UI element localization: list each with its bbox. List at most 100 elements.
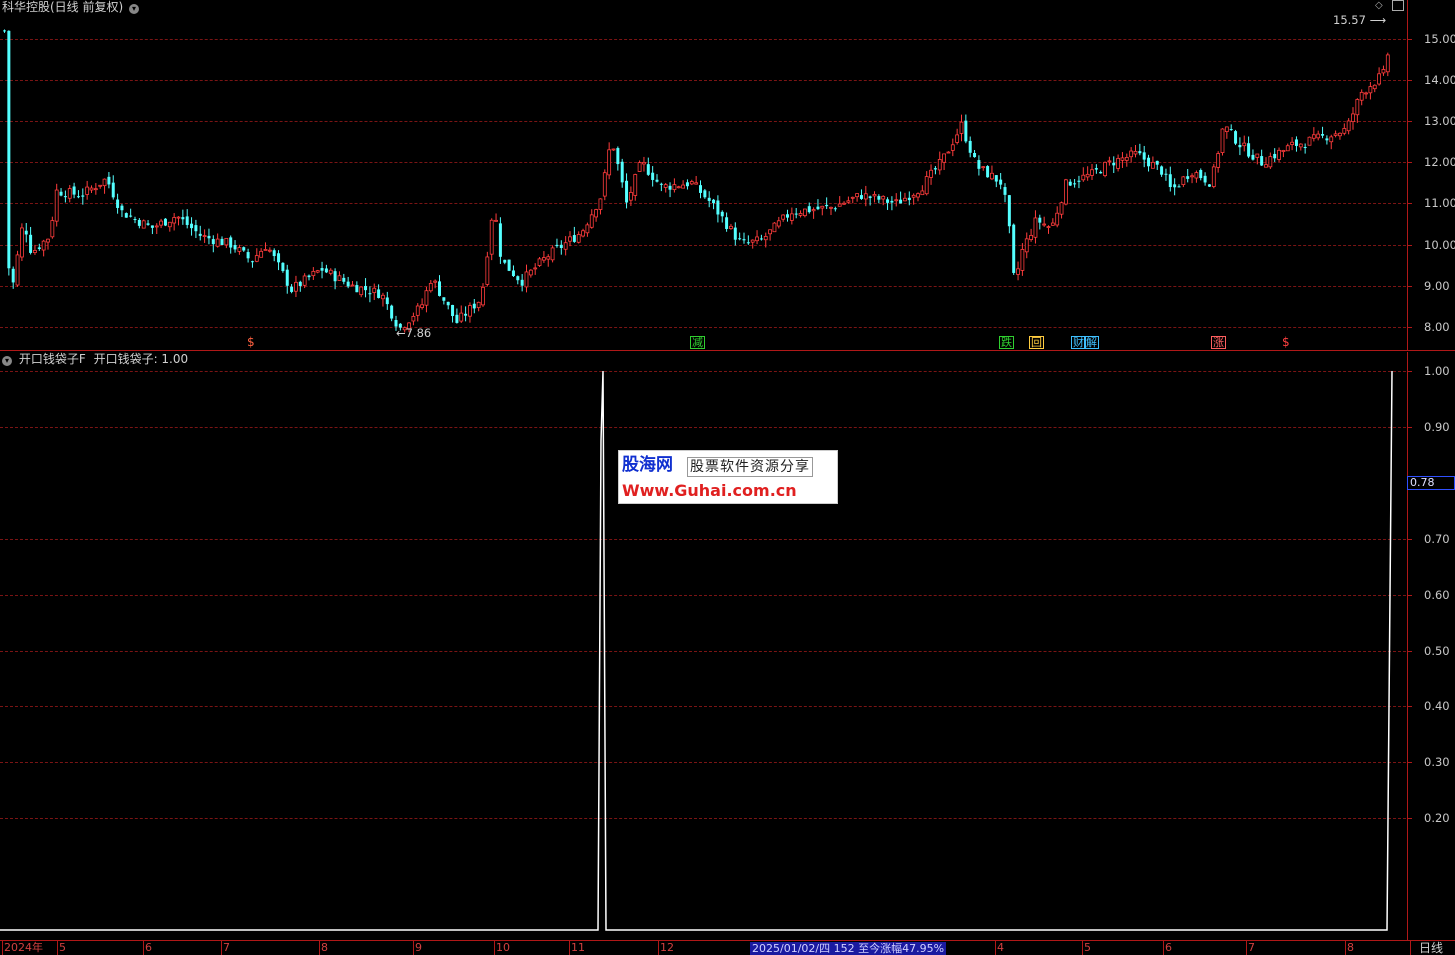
candle-body bbox=[1303, 146, 1307, 148]
candle-body bbox=[381, 294, 385, 300]
candle-body bbox=[1059, 202, 1064, 215]
candle-body bbox=[1050, 222, 1055, 226]
candle-body bbox=[1381, 69, 1386, 74]
candle-body bbox=[633, 174, 638, 196]
candle-body bbox=[1359, 91, 1364, 101]
candle-body bbox=[825, 204, 829, 207]
candle-body bbox=[1168, 174, 1172, 188]
candle-body bbox=[81, 195, 85, 197]
date-tick-mark bbox=[319, 940, 320, 955]
indicator-axis-line bbox=[1407, 352, 1408, 940]
candle-body bbox=[102, 178, 107, 187]
candle-body bbox=[459, 312, 464, 322]
candle-body bbox=[350, 284, 355, 287]
signal-marker: 回 bbox=[1029, 336, 1044, 349]
candle-body bbox=[1055, 212, 1060, 226]
price-tick-mark bbox=[1407, 326, 1412, 328]
candle-body bbox=[489, 219, 494, 255]
candle-body bbox=[999, 179, 1003, 185]
candle-body bbox=[968, 140, 972, 153]
candle-body bbox=[137, 219, 141, 226]
candle-body bbox=[994, 175, 998, 182]
candle-body bbox=[781, 214, 786, 220]
candle-body bbox=[63, 196, 67, 198]
candle-body bbox=[1107, 160, 1112, 163]
watermark-brand: 股海网 bbox=[622, 455, 673, 475]
indicator-tick-mark bbox=[1407, 594, 1412, 596]
candle-body bbox=[172, 217, 177, 224]
candle-body bbox=[837, 203, 842, 207]
candle-body bbox=[868, 196, 872, 198]
date-tick-label: 6 bbox=[145, 941, 152, 954]
candle-body bbox=[59, 191, 63, 196]
candle-body bbox=[290, 286, 294, 292]
candle-body bbox=[625, 180, 629, 203]
candle-body bbox=[1342, 128, 1347, 134]
candle-body bbox=[524, 271, 529, 288]
candle-body bbox=[1281, 150, 1286, 152]
candle-body bbox=[198, 233, 202, 236]
candle-body bbox=[120, 205, 124, 211]
candle-body bbox=[19, 227, 24, 258]
candle-body bbox=[346, 281, 350, 287]
candle-body bbox=[167, 221, 172, 228]
candle-body bbox=[755, 236, 759, 242]
candle-body bbox=[1129, 150, 1134, 158]
candle-body bbox=[1090, 169, 1094, 176]
candle-body bbox=[1164, 173, 1168, 175]
candle-body bbox=[411, 316, 416, 322]
candle-body bbox=[1377, 73, 1381, 85]
candle-body bbox=[50, 220, 55, 238]
date-tick-label: 7 bbox=[1248, 941, 1255, 954]
candle-body bbox=[542, 257, 546, 261]
candle-body bbox=[863, 193, 868, 200]
candle-body bbox=[67, 188, 72, 199]
candle-body bbox=[516, 276, 520, 281]
candle-body bbox=[981, 166, 986, 169]
candle-body bbox=[1285, 145, 1290, 152]
candle-body bbox=[298, 281, 302, 286]
price-tick-mark bbox=[1407, 80, 1412, 82]
candle-body bbox=[464, 313, 468, 316]
candle-body bbox=[1024, 238, 1029, 253]
candle-body bbox=[520, 279, 524, 286]
candle-body bbox=[285, 269, 289, 286]
indicator-line-chart[interactable] bbox=[0, 352, 1406, 940]
candle-body bbox=[116, 199, 120, 208]
candle-body bbox=[703, 190, 707, 198]
candle-body bbox=[1085, 173, 1090, 178]
candle-body bbox=[886, 199, 890, 203]
candle-body bbox=[359, 286, 364, 296]
candle-body bbox=[907, 197, 911, 201]
candle-body bbox=[563, 242, 568, 250]
date-tick-label: 5 bbox=[59, 941, 66, 954]
price-axis-line bbox=[1407, 0, 1408, 350]
candle-body bbox=[1124, 157, 1129, 161]
candle-body bbox=[1368, 86, 1373, 94]
high-value: 15.57 bbox=[1333, 13, 1366, 27]
candle-body bbox=[1116, 158, 1120, 169]
date-tick-mark bbox=[57, 940, 58, 955]
candle-body bbox=[1099, 171, 1103, 174]
candle-body bbox=[820, 205, 825, 209]
price-tick-mark bbox=[1407, 39, 1412, 40]
candle-body bbox=[377, 289, 381, 298]
candle-body bbox=[1321, 134, 1325, 136]
candle-body bbox=[428, 283, 433, 292]
candle-body bbox=[1264, 164, 1268, 168]
price-tick-label: 14.00 bbox=[1424, 73, 1455, 88]
candle-body bbox=[1194, 172, 1199, 179]
period-button[interactable]: 日线 bbox=[1410, 941, 1443, 955]
date-tick-label: 6 bbox=[1165, 941, 1172, 954]
indicator-tick-mark bbox=[1407, 650, 1412, 652]
candle-body bbox=[694, 182, 699, 185]
candle-body bbox=[850, 196, 855, 199]
date-tick-mark bbox=[143, 940, 144, 955]
candle-body bbox=[1155, 160, 1159, 165]
status-bar: 2025/01/02/四 152 至今涨幅47.95% bbox=[750, 942, 947, 955]
candle-body bbox=[676, 186, 681, 189]
candlestick-chart[interactable] bbox=[0, 0, 1406, 350]
indicator-tick-mark bbox=[1407, 762, 1412, 764]
candle-body bbox=[37, 247, 41, 249]
price-tick-label: 12.00 bbox=[1424, 155, 1455, 170]
